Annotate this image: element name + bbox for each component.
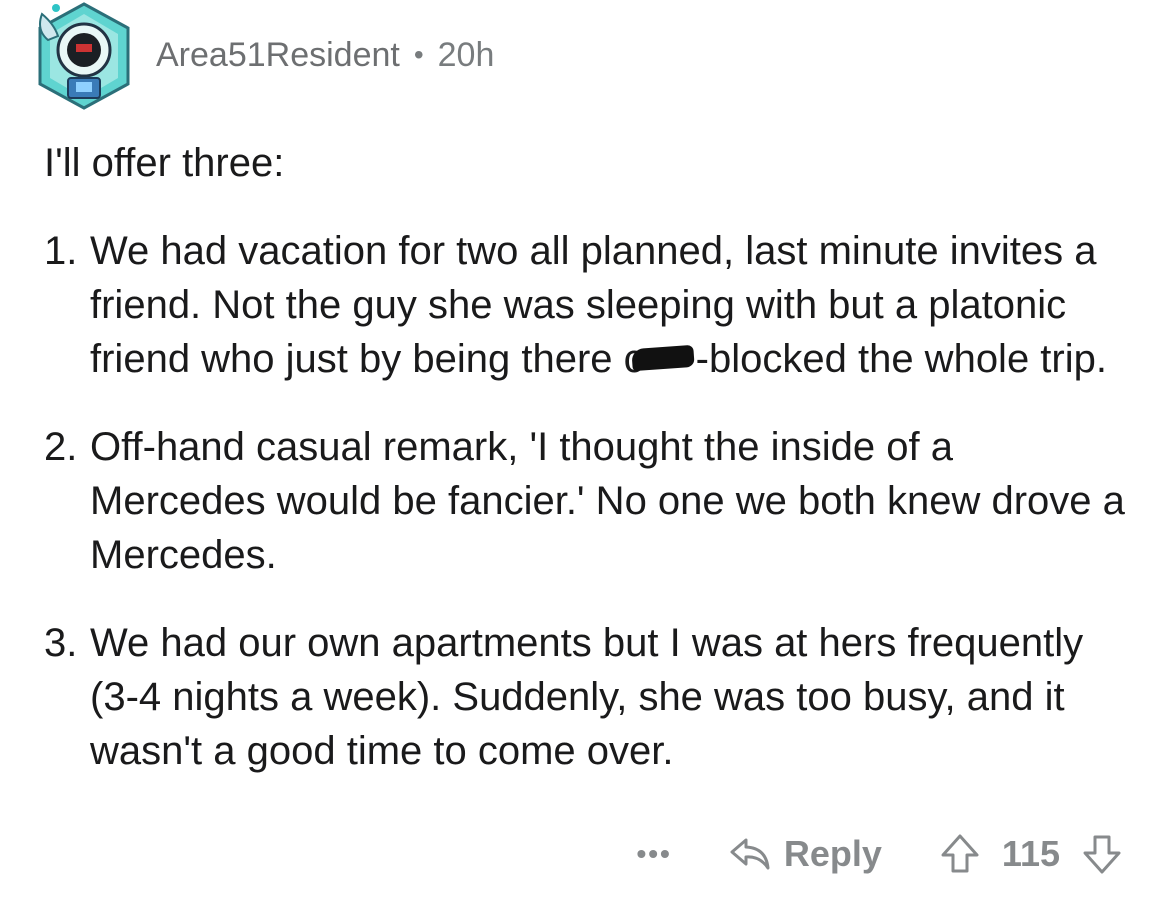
- comment-intro: I'll offer three:: [44, 141, 285, 185]
- reply-button[interactable]: Reply: [728, 833, 882, 875]
- user-avatar-icon[interactable]: [36, 0, 132, 112]
- reply-arrow-icon: [730, 838, 770, 870]
- list-item-number: 3.: [44, 621, 78, 665]
- redaction-mark: [630, 345, 695, 372]
- vote-controls: 115: [940, 833, 1122, 875]
- more-options-button[interactable]: •••: [636, 838, 671, 870]
- list-item-number: 1.: [44, 229, 78, 273]
- vote-score: 115: [1001, 833, 1060, 874]
- list-item: 3. We had our own apartments but I was a…: [44, 616, 1134, 778]
- numbered-list: 1. We had vacation for two all planned, …: [44, 224, 1134, 778]
- list-item: 2. Off-hand casual remark, 'I thought th…: [44, 420, 1134, 582]
- comment-header: Area51Resident • 20h: [36, 0, 494, 118]
- comment-meta: Area51Resident • 20h: [156, 36, 494, 75]
- list-item-text-part: -blocked the whole trip.: [695, 337, 1107, 381]
- list-item-number: 2.: [44, 425, 78, 469]
- downvote-arrow-icon[interactable]: [1082, 833, 1122, 875]
- comment-body: I'll offer three: 1. We had vacation for…: [44, 136, 1134, 778]
- list-item: 1. We had vacation for two all planned, …: [44, 224, 1134, 386]
- author-username[interactable]: Area51Resident: [156, 36, 400, 75]
- list-item-text: Off-hand casual remark, 'I thought the i…: [90, 425, 1125, 577]
- list-item-text: We had our own apartments but I was at h…: [90, 621, 1084, 773]
- reply-label: Reply: [783, 833, 882, 874]
- list-item-text: We had vacation for two all planned, las…: [90, 224, 1134, 386]
- meta-separator: •: [413, 39, 424, 70]
- comment-age[interactable]: 20h: [438, 36, 495, 75]
- upvote-arrow-icon[interactable]: [940, 833, 980, 875]
- comment-actions: ••• Reply 115: [636, 826, 1122, 882]
